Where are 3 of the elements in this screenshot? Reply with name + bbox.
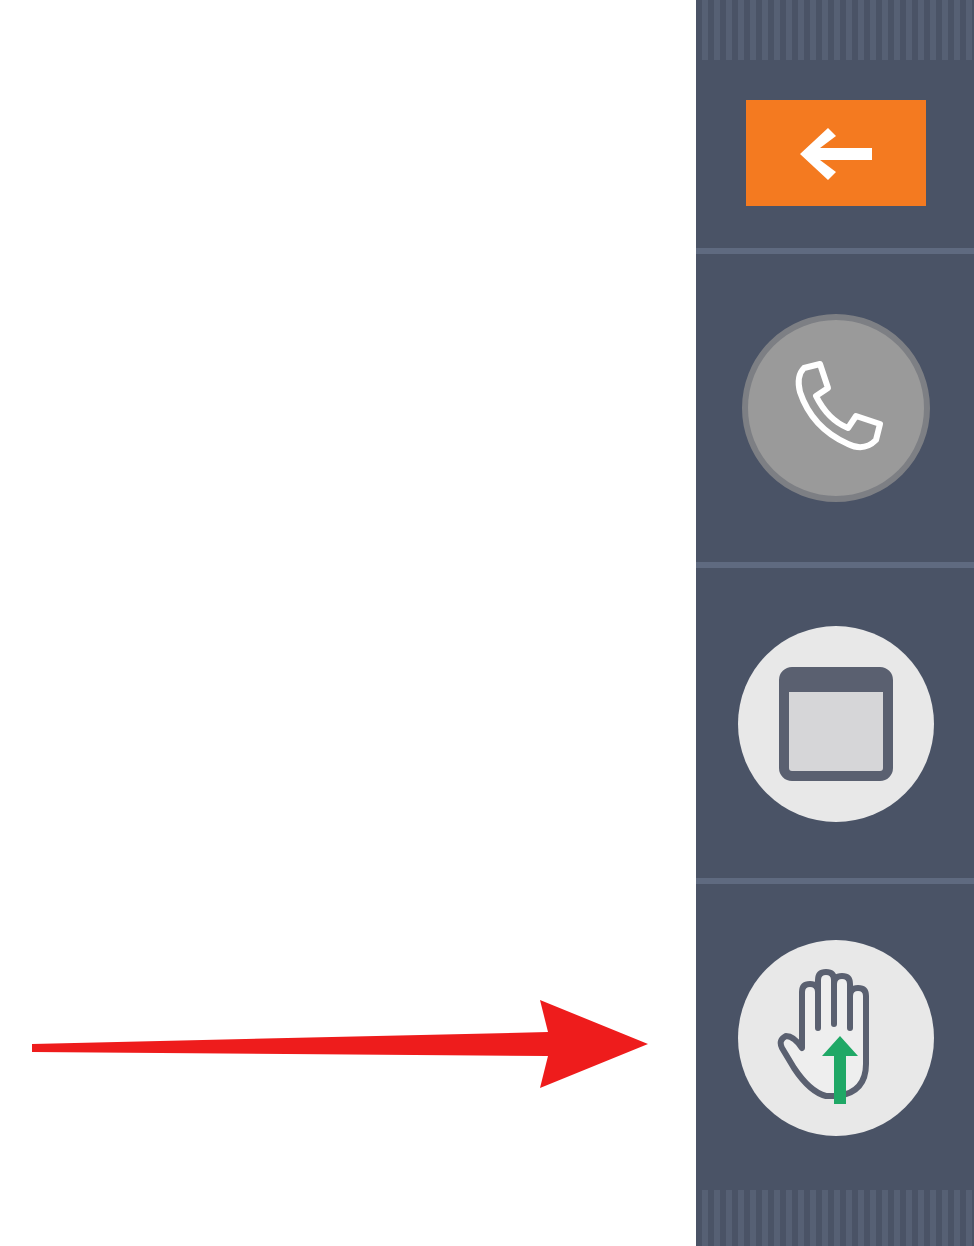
left-arrow-icon — [795, 123, 875, 184]
back-button[interactable] — [745, 100, 925, 207]
window-icon — [777, 665, 893, 781]
